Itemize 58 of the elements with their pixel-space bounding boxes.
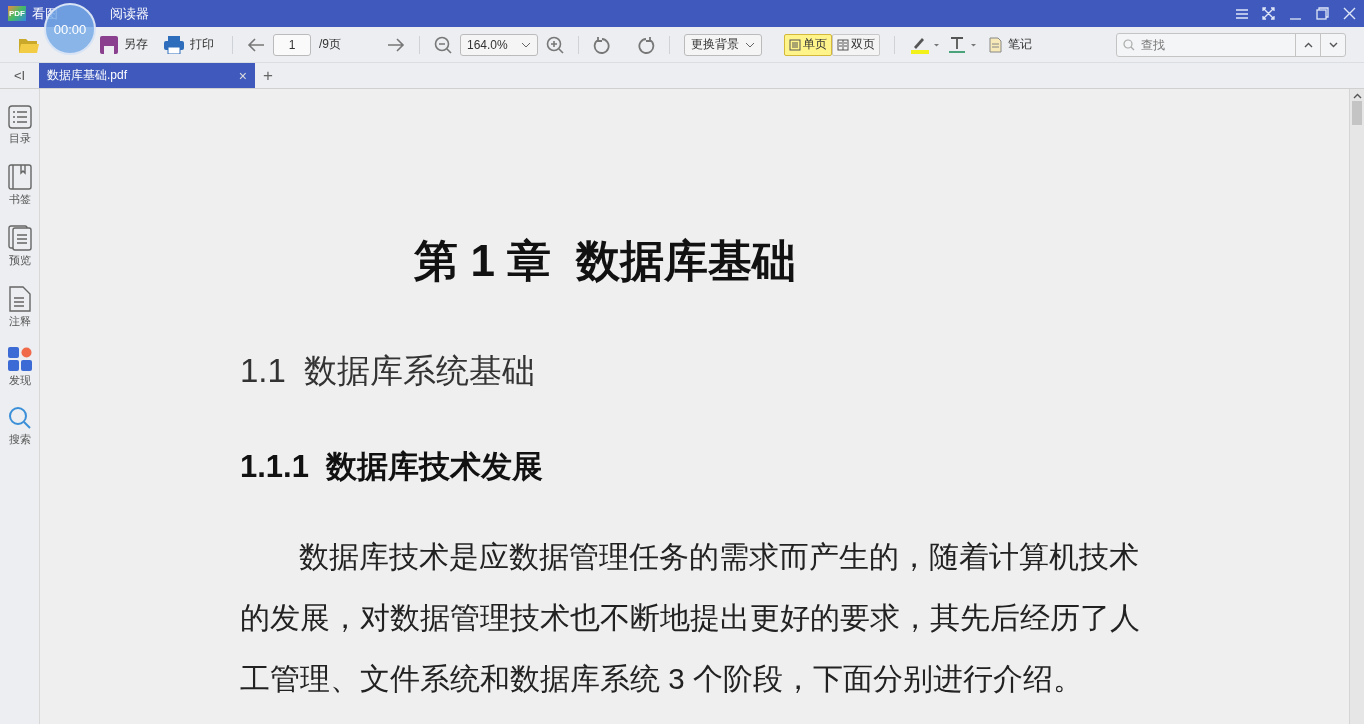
new-tab-button[interactable]: + [255, 63, 281, 88]
pages-icon [7, 225, 32, 251]
fullscreen-icon[interactable] [1262, 7, 1275, 20]
up-chevron-icon[interactable] [1352, 93, 1362, 99]
up-chevron-icon [1303, 41, 1313, 48]
search-input[interactable]: 查找 [1139, 36, 1295, 53]
search-icon [7, 406, 32, 430]
forward-arrow-icon[interactable] [387, 37, 405, 52]
back-arrow-icon[interactable] [247, 37, 265, 52]
subsection-heading: 1.1.1 数据库技术发展 [240, 448, 545, 486]
caret-icon [521, 41, 531, 48]
menu-icon[interactable] [1236, 8, 1248, 19]
sidebar-item[interactable]: 预览 [7, 225, 32, 268]
close-tab-button[interactable]: × [238, 67, 247, 84]
page-total: /9页 [319, 36, 341, 53]
zoom-out-icon[interactable] [434, 35, 452, 54]
rotate-right-icon[interactable] [637, 35, 655, 54]
document-icon [8, 286, 31, 312]
list-icon [7, 105, 32, 129]
sidebar-item[interactable]: 注释 [8, 286, 31, 329]
notes-button[interactable]: 笔记 [985, 34, 1036, 55]
chapter-heading: 第 1 章 数据库基础 [413, 235, 797, 287]
bookmark-icon [7, 164, 32, 190]
view-mode-tab[interactable]: 双页 [832, 33, 880, 56]
background-dropdown[interactable]: 更换背景 [684, 33, 762, 56]
printer-icon [164, 35, 184, 54]
zoom-dropdown[interactable]: 164.0% [460, 33, 538, 56]
zoom-in-icon[interactable] [546, 35, 564, 54]
page-layout-icon [837, 38, 849, 51]
tab-title: 数据库基础.pdf [47, 67, 127, 84]
sidebar-item[interactable]: 目录 [7, 105, 32, 146]
restore-icon[interactable] [1316, 7, 1329, 20]
note-icon [989, 36, 1002, 53]
section-heading: 1.1 数据库系统基础 [240, 351, 537, 391]
collapse-sidebar-button[interactable]: <I [0, 63, 39, 88]
app-logo: PDF [8, 6, 26, 21]
down-chevron-icon [1328, 41, 1338, 48]
rotate-left-icon[interactable] [593, 35, 611, 54]
sidebar-item[interactable]: 书签 [7, 164, 32, 207]
save-as-button[interactable]: 另存 [96, 33, 152, 56]
print-button[interactable]: 打印 [160, 33, 218, 56]
scrollbar-thumb[interactable] [1352, 101, 1362, 125]
page-layout-icon [789, 38, 801, 51]
search-field[interactable]: 查找 [1116, 32, 1346, 57]
sidebar-item[interactable]: 发现 [7, 347, 32, 388]
search-icon [1123, 38, 1135, 51]
page-number-field[interactable]: 1 [273, 33, 311, 56]
document-tab[interactable]: 数据库基础.pdf × [39, 63, 255, 88]
highlighter-icon[interactable] [909, 35, 939, 54]
text-color-icon[interactable] [947, 35, 977, 54]
caret-icon [745, 41, 755, 48]
close-icon[interactable] [1343, 7, 1356, 20]
sidebar-item[interactable]: 搜索 [7, 406, 32, 447]
scrollbar[interactable] [1349, 89, 1364, 724]
body-paragraph: 数据库技术是应数据管理任务的需求而产生的，随着计算机技术的发展，对数据管理技术也不断地提出更好的要求，其先后经历了人工管理、文件系统和数据库系统 3 个阶段，下面分别进行介绍。 [240, 539, 1141, 697]
window-title: 阅读器 [110, 4, 149, 23]
view-mode-tab[interactable]: 单页 [784, 33, 832, 56]
apps-icon [7, 347, 32, 371]
